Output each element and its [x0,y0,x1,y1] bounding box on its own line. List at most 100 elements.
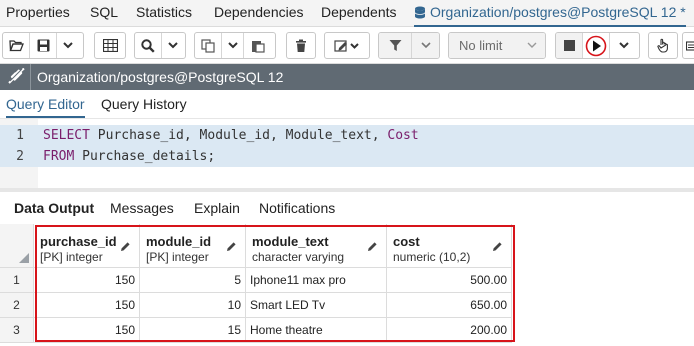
delete-button[interactable] [287,33,315,58]
chevron-down-icon [618,42,629,49]
play-icon [585,35,607,56]
row-number[interactable]: 3 [0,318,34,343]
line-number: 2 [16,149,24,164]
tab-messages[interactable]: Messages [110,192,174,224]
macro-button[interactable] [683,33,694,58]
column-name: module_id [146,234,212,249]
chevron-down-icon [420,42,431,49]
column-header-purchase-id[interactable]: purchase_id [PK] integer [34,224,140,268]
column-header-module-id[interactable]: module_id [PK] integer [140,224,246,268]
table-cell[interactable]: Home theatre [246,318,387,343]
column-type: [PK] integer [146,250,209,264]
tab-sql[interactable]: SQL [90,0,118,27]
stop-icon [563,40,575,51]
column-type: numeric (10,2) [393,250,471,264]
row-number[interactable]: 2 [0,293,34,318]
folder-open-icon [8,40,24,52]
database-icon [414,6,426,19]
column-header-cost[interactable]: cost numeric (10,2) [387,224,512,268]
sql-editor[interactable]: 1 SELECT Purchase_id, Module_id, Module_… [0,118,694,189]
code-text: SELECT Purchase_id, Module_id, Module_te… [43,125,419,146]
table-grid-icon [102,39,118,52]
filter-icon [389,40,401,51]
open-file-button[interactable] [3,33,30,58]
hand-pointer-icon [656,38,668,53]
pencil-icon [368,242,377,251]
connection-bar: Organization/postgres@PostgreSQL 12 [0,64,694,90]
code-line: 2 FROM Purchase_details; [0,146,694,167]
table-cell[interactable]: 500.00 [387,268,512,293]
table-cell[interactable]: Smart LED Tv [246,293,387,318]
filter-options-dropdown[interactable] [412,33,439,58]
tab-data-output[interactable]: Data Output [14,192,94,224]
pencil-icon [227,242,236,251]
line-number: 1 [16,128,24,143]
chevron-down-icon [227,42,238,49]
table-cell[interactable]: 650.00 [387,293,512,318]
chevron-down-icon [63,42,73,49]
tab-statistics[interactable]: Statistics [136,0,192,27]
save-options-dropdown[interactable] [57,33,79,58]
connection-label: Organization/postgres@PostgreSQL 12 [37,69,284,85]
table-cell[interactable]: 5 [140,268,246,293]
code-text: FROM Purchase_details; [43,146,215,167]
execute-button[interactable] [583,33,610,58]
connection-status-icon[interactable] [6,68,26,86]
table-cell[interactable]: 15 [140,318,246,343]
find-button[interactable] [135,33,162,58]
keyboard-icon [686,40,694,51]
column-name: cost [393,234,420,249]
table-cell[interactable]: 10 [140,293,246,318]
paste-icon [251,40,265,53]
tab-notifications[interactable]: Notifications [259,192,335,224]
sql-text: Purchase_id, Module_id, Module_text, [89,128,388,143]
execute-options-dropdown[interactable] [610,33,637,58]
tab-dependencies[interactable]: Dependencies [214,0,304,27]
connection-divider [30,64,31,90]
tab-query-editor[interactable]: Query Editor [6,90,85,118]
trash-icon [296,39,306,52]
edit-group [324,32,370,59]
code-line: 1 SELECT Purchase_id, Module_id, Module_… [0,125,694,146]
table-cell[interactable]: 200.00 [387,318,512,343]
tab-explain[interactable]: Explain [194,192,240,224]
commit-button[interactable] [649,33,677,58]
search-icon [141,38,155,53]
table-cell[interactable]: Iphone11 max pro [246,268,387,293]
corner-triangle-icon [19,253,29,263]
table-cell[interactable]: 150 [34,268,140,293]
edit-options-button[interactable] [325,33,369,58]
stop-query-button[interactable] [556,33,583,58]
output-panel: Data Output Messages Explain Notificatio… [0,188,694,346]
select-all-corner[interactable] [0,224,34,268]
chevron-down-icon [168,42,178,49]
file-group [2,32,84,59]
tab-query-tool[interactable]: Organization/postgres@PostgreSQL 12 * [414,0,686,27]
filter-button[interactable] [379,33,412,58]
pencil-icon [493,242,502,251]
column-header-module-text[interactable]: module_text character varying [246,224,387,268]
transaction-group [648,32,678,59]
table-cell[interactable]: 150 [34,318,140,343]
rollback-group [682,32,694,59]
chevron-down-icon [527,42,537,48]
clipboard-group [194,32,276,59]
copy-icon [201,38,215,53]
column-type: [PK] integer [40,250,103,264]
tab-properties[interactable]: Properties [6,0,70,27]
view-data-button[interactable] [95,33,125,58]
row-limit-select[interactable]: No limit [448,32,546,59]
row-number[interactable]: 1 [0,268,34,293]
copy-options-dropdown[interactable] [222,33,244,58]
grid-group [94,32,126,59]
find-options-dropdown[interactable] [162,33,184,58]
tab-query-history[interactable]: Query History [101,90,187,118]
filter-group [378,32,440,59]
copy-button[interactable] [195,33,222,58]
result-grid: purchase_id [PK] integer module_id [PK] … [0,224,694,346]
paste-button[interactable] [244,33,271,58]
pencil-icon [121,242,130,251]
table-cell[interactable]: 150 [34,293,140,318]
save-button[interactable] [30,33,57,58]
tab-dependents[interactable]: Dependents [321,0,397,27]
